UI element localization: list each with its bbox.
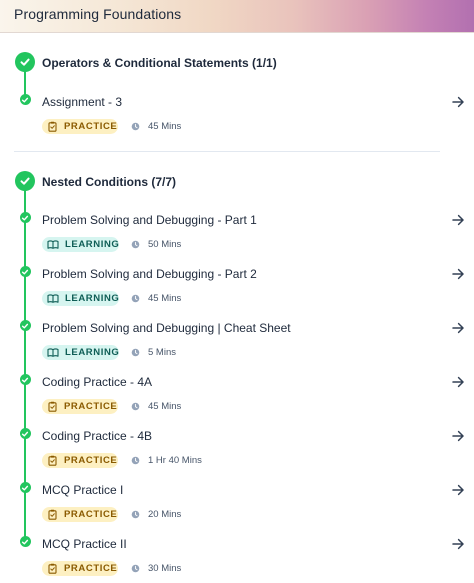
badge-label: PRACTICE — [64, 563, 118, 574]
arrow-right-icon[interactable] — [451, 429, 465, 443]
practice-badge: PRACTICE — [42, 453, 118, 468]
badge-label: LEARNING — [65, 293, 120, 304]
check-circle-icon — [15, 52, 35, 72]
check-circle-icon — [19, 320, 31, 331]
duration: 30 Mins — [131, 563, 181, 574]
arrow-right-icon[interactable] — [451, 483, 465, 497]
practice-badge: PRACTICE — [42, 507, 118, 522]
lesson-title[interactable]: Coding Practice - 4A — [42, 375, 152, 389]
check-circle-icon — [19, 536, 31, 547]
check-circle-icon — [19, 94, 31, 105]
duration-label: 30 Mins — [148, 563, 182, 574]
learning-badge: LEARNING — [42, 291, 119, 306]
duration: 20 Mins — [131, 509, 181, 520]
book-open-icon — [47, 347, 65, 358]
lesson-title[interactable]: Problem Solving and Debugging - Part 1 — [42, 213, 257, 227]
clock-icon — [131, 564, 148, 573]
clock-icon — [131, 510, 148, 519]
section-title[interactable]: Nested Conditions (7/7) — [42, 175, 176, 189]
page-title: Programming Foundations — [14, 6, 182, 22]
learning-badge: LEARNING — [42, 345, 119, 360]
badge-label: LEARNING — [65, 239, 120, 250]
arrow-right-icon[interactable] — [451, 95, 465, 109]
clock-icon — [131, 456, 148, 465]
duration: 45 Mins — [131, 293, 181, 304]
clock-icon — [131, 294, 148, 303]
clipboard-icon — [47, 455, 64, 466]
arrow-right-icon[interactable] — [451, 375, 465, 389]
duration: 45 Mins — [131, 401, 181, 412]
section-divider — [14, 151, 440, 152]
duration-label: 50 Mins — [148, 239, 182, 250]
learning-badge: LEARNING — [42, 237, 119, 252]
duration: 50 Mins — [131, 239, 181, 250]
duration-label: 20 Mins — [148, 509, 182, 520]
arrow-right-icon[interactable] — [451, 321, 465, 335]
lesson-title[interactable]: Assignment - 3 — [42, 95, 122, 109]
practice-badge: PRACTICE — [42, 399, 118, 414]
clock-icon — [131, 348, 148, 357]
check-circle-icon — [19, 266, 31, 277]
lesson-title[interactable]: MCQ Practice II — [42, 537, 127, 551]
book-open-icon — [47, 293, 65, 304]
duration-label: 1 Hr 40 Mins — [148, 455, 202, 466]
clipboard-icon — [47, 121, 64, 132]
duration-label: 45 Mins — [148, 293, 182, 304]
lesson-title[interactable]: Coding Practice - 4B — [42, 429, 152, 443]
badge-label: PRACTICE — [64, 121, 118, 132]
badge-label: PRACTICE — [64, 509, 118, 520]
check-circle-icon — [19, 428, 31, 439]
clock-icon — [131, 402, 148, 411]
lesson-title[interactable]: Problem Solving and Debugging | Cheat Sh… — [42, 321, 291, 335]
badge-label: PRACTICE — [64, 401, 118, 412]
badge-label: LEARNING — [65, 347, 120, 358]
arrow-right-icon[interactable] — [451, 537, 465, 551]
duration: 1 Hr 40 Mins — [131, 455, 202, 466]
clipboard-icon — [47, 563, 64, 574]
check-circle-icon — [19, 212, 31, 223]
duration-label: 5 Mins — [148, 347, 176, 358]
arrow-right-icon[interactable] — [451, 213, 465, 227]
course-header: Programming Foundations — [0, 0, 474, 33]
book-open-icon — [47, 239, 65, 250]
clipboard-icon — [47, 401, 64, 412]
check-circle-icon — [19, 374, 31, 385]
practice-badge: PRACTICE — [42, 561, 118, 576]
check-circle-icon — [19, 482, 31, 493]
duration-label: 45 Mins — [148, 401, 182, 412]
lesson-title[interactable]: MCQ Practice I — [42, 483, 123, 497]
duration-label: 45 Mins — [148, 121, 182, 132]
badge-label: PRACTICE — [64, 455, 118, 466]
duration: 5 Mins — [131, 347, 176, 358]
section-title[interactable]: Operators & Conditional Statements (1/1) — [42, 56, 277, 70]
clock-icon — [131, 240, 148, 249]
practice-badge: PRACTICE — [42, 119, 118, 134]
lesson-title[interactable]: Problem Solving and Debugging - Part 2 — [42, 267, 257, 281]
check-circle-icon — [15, 171, 35, 191]
clipboard-icon — [47, 509, 64, 520]
arrow-right-icon[interactable] — [451, 267, 465, 281]
duration: 45 Mins — [131, 121, 181, 132]
clock-icon — [131, 122, 148, 131]
